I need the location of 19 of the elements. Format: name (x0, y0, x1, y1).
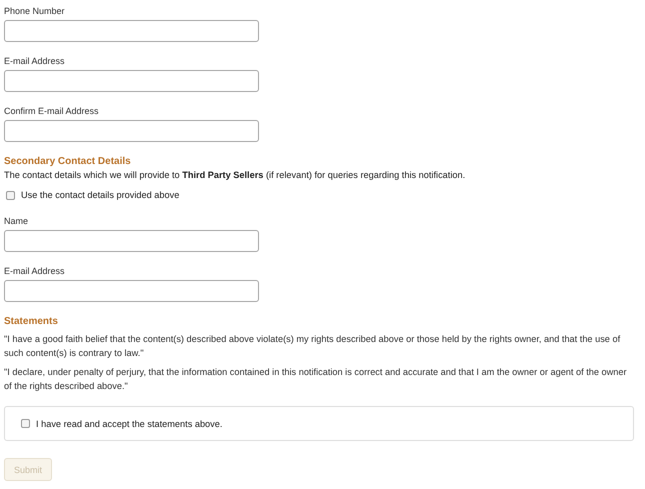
field-label: Confirm E-mail Address (4, 106, 100, 116)
section-heading: Statements (4, 316, 59, 327)
input-field[interactable] (4, 20, 259, 42)
input-field[interactable] (4, 280, 259, 302)
field-label: E-mail Address (4, 266, 66, 276)
checkbox-label: I have read and accept the statements above. (36, 418, 222, 428)
field-label: E-mail Address (4, 56, 66, 66)
checkbox[interactable] (6, 190, 15, 200)
field-label: Name (4, 216, 30, 226)
input-field[interactable] (4, 70, 259, 92)
statement-text: "I declare, under penalty of perjury, that the information contained in this notification is correct and accurate and that I am the owner or agent of the owner of the rights described above." (4, 366, 628, 393)
checkbox-label: Use the contact details provided above (21, 190, 180, 200)
input-field[interactable] (4, 230, 259, 252)
section-heading: Secondary Contact Details (4, 156, 132, 167)
section-description: The contact details which we will provide to Third Party Sellers (if relevant) for queries regarding this notification. (4, 170, 466, 180)
checkbox[interactable] (21, 419, 30, 428)
statement-text: "I have a good faith belief that the content(s) described above violate(s) my rights described above or those held by the rights owner, and that the use of such content(s) is contrary to law." (4, 333, 622, 360)
input-field[interactable] (4, 120, 259, 142)
field-label: Phone Number (4, 6, 66, 16)
